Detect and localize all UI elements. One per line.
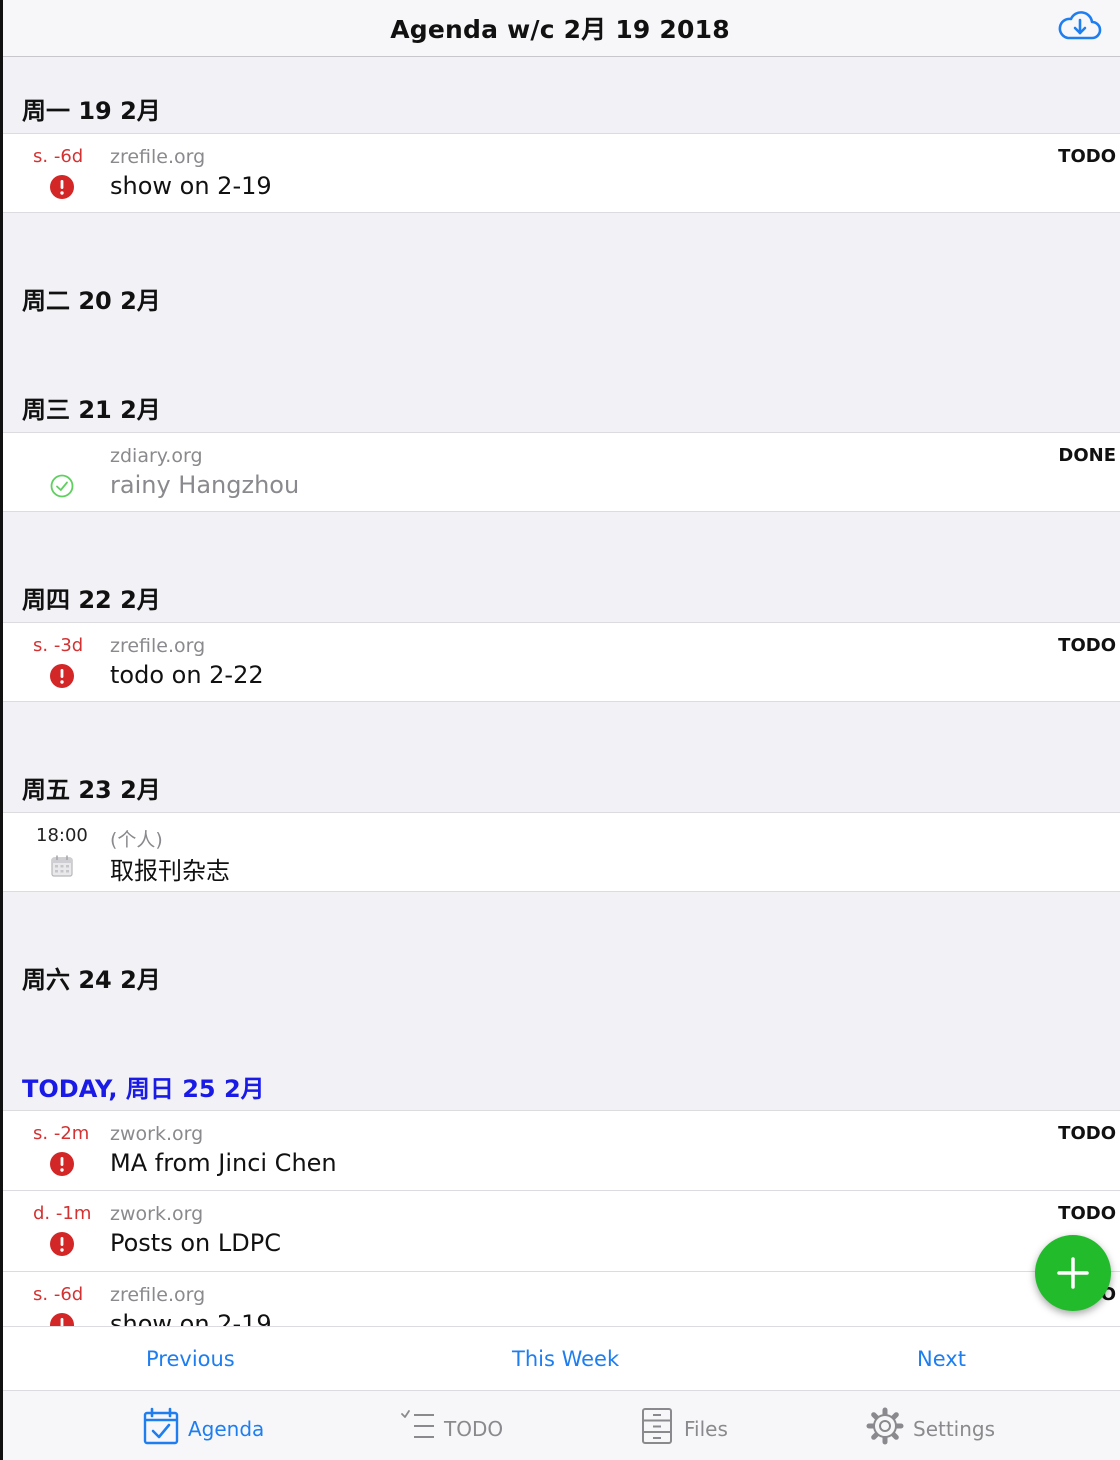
add-item-button[interactable] xyxy=(1035,1235,1111,1311)
item-keyword[interactable]: TODO xyxy=(1058,1123,1116,1144)
agenda-item[interactable]: s. -3d zrefile.org todo on 2-22 TODO xyxy=(3,622,1120,702)
item-keyword[interactable]: DONE xyxy=(1058,445,1116,466)
plus-icon xyxy=(1057,1257,1089,1289)
item-title: show on 2-19 xyxy=(110,1310,272,1326)
day-header-fri: 周五 23 2月 xyxy=(22,776,161,804)
item-tag: s. -6d xyxy=(33,1284,84,1305)
tab-todo-label: TODO xyxy=(444,1417,504,1441)
item-source: zwork.org xyxy=(110,1203,204,1225)
tab-files[interactable]: Files xyxy=(640,1407,740,1447)
previous-week-button[interactable]: Previous xyxy=(146,1347,235,1371)
item-tag: s. -6d xyxy=(33,146,84,167)
agenda-item[interactable]: zdiary.org rainy Hangzhou DONE xyxy=(3,432,1120,512)
tab-settings-label: Settings xyxy=(913,1417,996,1441)
next-week-button[interactable]: Next xyxy=(917,1347,966,1371)
this-week-button[interactable]: This Week xyxy=(512,1347,619,1371)
agenda-list[interactable]: 周一 19 2月 s. -6d zrefile.org show on 2-19… xyxy=(0,58,1120,1326)
alert-icon xyxy=(50,1232,74,1256)
item-title: todo on 2-22 xyxy=(110,661,264,689)
item-source: zrefile.org xyxy=(110,635,206,657)
agenda-item[interactable]: d. -1m zwork.org Posts on LDPC TODO xyxy=(3,1191,1120,1272)
item-source: zwork.org xyxy=(110,1123,204,1145)
agenda-item[interactable]: s. -6d zrefile.org show on 2-19 TODO xyxy=(3,133,1120,213)
item-title: rainy Hangzhou xyxy=(110,471,300,499)
alert-icon xyxy=(50,175,74,199)
alert-icon xyxy=(50,1152,74,1176)
item-source: zrefile.org xyxy=(110,1284,206,1306)
day-header-wed: 周三 21 2月 xyxy=(22,396,161,424)
cloud-download-icon[interactable] xyxy=(1058,8,1102,44)
alert-icon xyxy=(50,1313,74,1326)
day-header-sat: 周六 24 2月 xyxy=(22,966,161,994)
window-left-edge xyxy=(0,0,3,1460)
cabinet-icon xyxy=(642,1408,672,1444)
check-circle-icon xyxy=(50,474,74,498)
item-tag: s. -2m xyxy=(33,1123,90,1144)
item-title: 取报刊杂志 xyxy=(110,857,230,885)
day-header-today: TODAY, 周日 25 2月 xyxy=(22,1075,265,1103)
calendar-icon xyxy=(51,855,73,877)
page-title: Agenda w/c 2月 19 2018 xyxy=(390,15,730,44)
item-keyword[interactable]: TODO xyxy=(1058,146,1116,167)
item-time: 18:00 xyxy=(36,825,88,846)
item-title: MA from Jinci Chen xyxy=(110,1149,337,1177)
item-source: zrefile.org xyxy=(110,146,206,168)
tab-todo[interactable]: TODO xyxy=(400,1407,510,1447)
day-header-thu: 周四 22 2月 xyxy=(22,586,161,614)
tab-settings[interactable]: Settings xyxy=(866,1407,996,1447)
alert-icon xyxy=(50,664,74,688)
agenda-item[interactable]: s. -6d zrefile.org show on 2-19 TODO xyxy=(3,1272,1120,1326)
item-keyword[interactable]: TODO xyxy=(1058,1203,1116,1224)
item-title: Posts on LDPC xyxy=(110,1229,281,1257)
nav-bar: Agenda w/c 2月 19 2018 xyxy=(0,0,1120,57)
list-icon xyxy=(401,1410,434,1438)
agenda-item[interactable]: s. -2m zwork.org MA from Jinci Chen TODO xyxy=(3,1110,1120,1191)
agenda-item[interactable]: 18:00 (个人) 取报刊杂志 xyxy=(3,812,1120,892)
tab-bar: Agenda TODO Files Settings xyxy=(0,1391,1120,1460)
item-tag: d. -1m xyxy=(33,1203,92,1224)
item-tag: s. -3d xyxy=(33,635,84,656)
day-header-tue: 周二 20 2月 xyxy=(22,287,161,315)
tab-agenda[interactable]: Agenda xyxy=(143,1407,273,1447)
item-title: show on 2-19 xyxy=(110,172,272,200)
tab-files-label: Files xyxy=(684,1417,728,1441)
tab-agenda-label: Agenda xyxy=(188,1417,265,1441)
gear-icon xyxy=(866,1407,904,1445)
calendar-check-icon xyxy=(143,1407,179,1445)
item-source: zdiary.org xyxy=(110,445,203,467)
item-keyword[interactable]: TODO xyxy=(1058,635,1116,656)
item-source: (个人) xyxy=(110,829,163,851)
day-header-mon: 周一 19 2月 xyxy=(22,97,161,125)
week-pager: Previous This Week Next xyxy=(0,1326,1120,1391)
